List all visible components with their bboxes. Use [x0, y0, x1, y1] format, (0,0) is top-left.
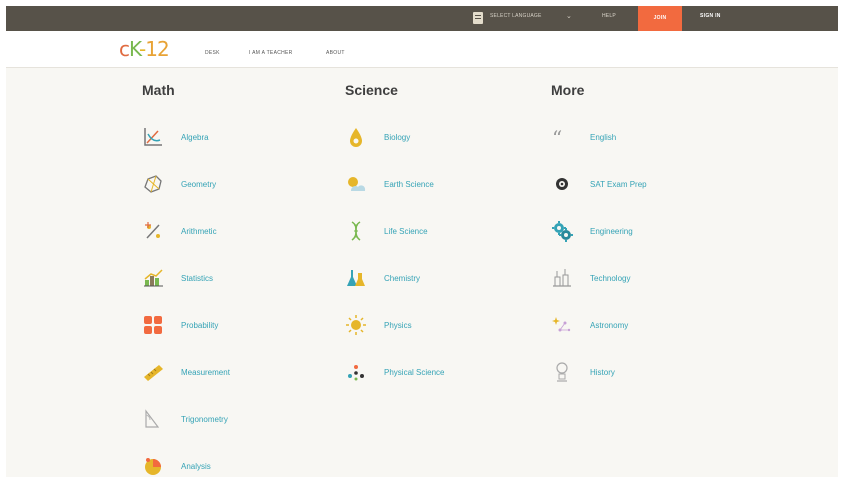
- subject-link-english[interactable]: “ English: [551, 126, 731, 150]
- measurement-icon: [142, 361, 164, 383]
- svg-text:“: “: [552, 126, 562, 148]
- nav-link-about[interactable]: ABOUT: [326, 50, 345, 56]
- ck12-logo[interactable]: cK-12: [119, 38, 170, 60]
- math-column: Math Algebra Geometry Arithmetic Statist…: [142, 82, 230, 475]
- subject-browser: Math Algebra Geometry Arithmetic Statist…: [6, 68, 838, 477]
- geometry-icon: [142, 173, 164, 195]
- page-frame: SELECT LANGUAGE ⌄ HELP JOIN SIGN IN cK-1…: [6, 6, 838, 477]
- physical-science-icon: [345, 361, 367, 383]
- nav-bar: cK-12 DESK I AM A TEACHER ABOUT: [6, 31, 838, 68]
- subject-link-geometry[interactable]: Geometry: [142, 173, 322, 197]
- statistics-icon: [142, 267, 164, 289]
- nav-link-teacher[interactable]: I AM A TEACHER: [249, 50, 293, 56]
- help-link[interactable]: HELP: [602, 13, 616, 19]
- science-heading: Science: [345, 82, 398, 98]
- subject-label: English: [590, 133, 617, 142]
- math-heading: Math: [142, 82, 175, 98]
- subject-link-life-science[interactable]: Life Science: [345, 220, 525, 244]
- subject-link-astronomy[interactable]: Astronomy: [551, 314, 731, 338]
- trigonometry-icon: [142, 408, 164, 430]
- subject-label: Biology: [384, 133, 411, 142]
- subject-link-statistics[interactable]: Statistics: [142, 267, 322, 291]
- english-icon: “: [551, 126, 573, 148]
- subject-link-history[interactable]: History: [551, 361, 731, 385]
- subject-label: Physics: [384, 321, 412, 330]
- subject-link-trigonometry[interactable]: Trigonometry: [142, 408, 322, 432]
- probability-icon: [142, 314, 164, 336]
- subject-label: Chemistry: [384, 274, 421, 283]
- subject-label: Measurement: [181, 368, 230, 377]
- more-column: More “ English SAT Exam Prep Engineering: [551, 82, 647, 382]
- subject-link-sat-exam-prep[interactable]: SAT Exam Prep: [551, 173, 731, 197]
- subject-link-technology[interactable]: Technology: [551, 267, 731, 291]
- science-column: Science Biology Earth Science Life Scien…: [345, 82, 444, 381]
- subject-label: History: [590, 368, 615, 377]
- join-button[interactable]: JOIN: [638, 6, 682, 31]
- technology-icon: [551, 267, 573, 289]
- subject-label: Trigonometry: [181, 415, 228, 424]
- subject-link-earth-science[interactable]: Earth Science: [345, 173, 525, 197]
- sign-in-link[interactable]: SIGN IN: [700, 13, 721, 19]
- subject-link-physical-science[interactable]: Physical Science: [345, 361, 525, 385]
- life-science-icon: [345, 220, 367, 242]
- subject-link-chemistry[interactable]: Chemistry: [345, 267, 525, 291]
- nav-link-desk[interactable]: DESK: [205, 50, 220, 56]
- sat-exam-prep-icon: [551, 173, 573, 195]
- subject-label: Astronomy: [590, 321, 629, 330]
- engineering-icon: [551, 220, 573, 242]
- subject-link-probability[interactable]: Probability: [142, 314, 322, 338]
- subject-label: Physical Science: [384, 368, 445, 377]
- subject-label: Earth Science: [384, 180, 434, 189]
- language-icon[interactable]: [473, 12, 483, 24]
- subject-link-analysis[interactable]: Analysis: [142, 455, 322, 479]
- more-heading: More: [551, 82, 585, 98]
- subject-label: Algebra: [181, 133, 209, 142]
- earth-science-icon: [345, 173, 367, 195]
- astronomy-icon: [551, 314, 573, 336]
- subject-label: Engineering: [590, 227, 633, 236]
- subject-link-arithmetic[interactable]: Arithmetic: [142, 220, 322, 244]
- subject-link-measurement[interactable]: Measurement: [142, 361, 322, 385]
- analysis-icon: [142, 455, 164, 477]
- subject-link-algebra[interactable]: Algebra: [142, 126, 322, 150]
- subject-label: Probability: [181, 321, 219, 330]
- top-bar: SELECT LANGUAGE ⌄ HELP JOIN SIGN IN: [6, 6, 838, 31]
- chemistry-icon: [345, 267, 367, 289]
- history-icon: [551, 361, 573, 383]
- algebra-icon: [142, 126, 164, 148]
- subject-label: Technology: [590, 274, 631, 283]
- subject-link-physics[interactable]: Physics: [345, 314, 525, 338]
- subject-link-biology[interactable]: Biology: [345, 126, 525, 150]
- physics-icon: [345, 314, 367, 336]
- arithmetic-icon: [142, 220, 164, 242]
- subject-label: SAT Exam Prep: [590, 180, 647, 189]
- chevron-down-icon[interactable]: ⌄: [566, 12, 572, 20]
- subject-label: Analysis: [181, 462, 211, 471]
- language-select[interactable]: SELECT LANGUAGE: [490, 13, 542, 19]
- biology-icon: [345, 126, 367, 148]
- subject-link-engineering[interactable]: Engineering: [551, 220, 731, 244]
- subject-label: Geometry: [181, 180, 217, 189]
- subject-label: Arithmetic: [181, 227, 217, 236]
- subject-label: Statistics: [181, 274, 214, 283]
- subject-label: Life Science: [384, 227, 428, 236]
